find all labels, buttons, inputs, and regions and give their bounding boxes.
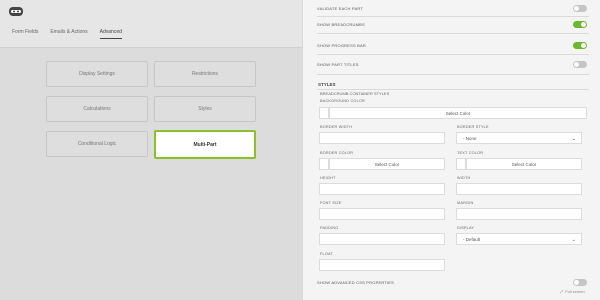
- margin-input[interactable]: [456, 208, 582, 220]
- expand-icon: ⤢: [560, 289, 564, 294]
- border-width-input[interactable]: [319, 132, 445, 144]
- tile-multi-part[interactable]: Multi-Part: [154, 130, 256, 159]
- border-style-select[interactable]: - None ⌄: [456, 132, 582, 144]
- float-input[interactable]: [319, 259, 445, 271]
- show-progress-bar-toggle[interactable]: [573, 41, 587, 49]
- toggle-row-part-titles: SHOW PART TITLES: [317, 59, 587, 69]
- margin-label: MARGIN: [457, 201, 474, 205]
- border-color-label: BORDER COLOR: [320, 151, 354, 155]
- settings-drawer: VALIDATE EACH PART SHOW BREADCRUMBS SHOW…: [302, 0, 600, 300]
- border-color-swatch[interactable]: [319, 158, 329, 170]
- chevron-down-icon: ⌄: [571, 237, 576, 243]
- background-color-select-button[interactable]: Select Color: [329, 107, 587, 119]
- height-input[interactable]: [319, 183, 445, 195]
- text-color-label: TEXT COLOR: [457, 151, 484, 155]
- border-style-value: - None: [463, 135, 477, 141]
- styles-section-title: STYLES: [318, 82, 336, 87]
- divider: [317, 33, 589, 34]
- tab-advanced[interactable]: Advanced: [99, 29, 122, 39]
- divider: [317, 54, 589, 55]
- validate-each-part-toggle[interactable]: [573, 4, 587, 12]
- toggle-knob: [574, 279, 579, 285]
- fieldset-label: BREADCRUMB CONTAINER STYLES: [320, 91, 390, 96]
- tab-form-fields[interactable]: Form Fields: [12, 29, 38, 39]
- builder-tabs: Form Fields Emails & Actions Advanced: [12, 29, 122, 39]
- advanced-css-toggle[interactable]: [573, 278, 587, 286]
- ninja-logo-icon[interactable]: [8, 4, 24, 18]
- border-style-label: BORDER STYLE: [457, 125, 489, 129]
- toggle-row-validate: VALIDATE EACH PART: [317, 3, 587, 13]
- display-label: DISPLAY: [457, 226, 475, 230]
- tile-restrictions[interactable]: Restrictions: [154, 61, 256, 87]
- divider: [317, 16, 589, 17]
- divider: [317, 89, 589, 90]
- toggle-label: VALIDATE EACH PART: [317, 5, 363, 11]
- toggle-knob: [574, 5, 579, 11]
- tile-calculations[interactable]: Calculations: [46, 96, 148, 122]
- font-size-label: FONT SIZE: [320, 201, 342, 205]
- full-screen-label: Full screen: [565, 289, 585, 294]
- border-width-label: BORDER WIDTH: [320, 125, 353, 129]
- toggle-row-progress: SHOW PROGRESS BAR: [317, 40, 587, 50]
- tile-conditional-logic[interactable]: Conditional Logic: [46, 131, 148, 157]
- builder-header: Form Fields Emails & Actions Advanced: [0, 0, 302, 48]
- toggle-label: SHOW PROGRESS BAR: [317, 42, 366, 48]
- show-breadcrumbs-toggle[interactable]: [573, 20, 587, 28]
- tile-display-settings[interactable]: Display Settings: [46, 61, 148, 87]
- background-color-swatch[interactable]: [319, 107, 329, 119]
- tab-emails-actions[interactable]: Emails & Actions: [50, 29, 87, 39]
- full-screen-button[interactable]: ⤢ Full screen: [560, 289, 585, 294]
- divider: [317, 74, 589, 75]
- text-color-select-button[interactable]: Select Color: [466, 158, 582, 170]
- toggle-label: SHOW PART TITLES: [317, 61, 359, 67]
- toggle-knob: [581, 21, 586, 27]
- border-color-select-button[interactable]: Select Color: [329, 158, 445, 170]
- padding-label: PADDING: [320, 226, 339, 230]
- tile-styles[interactable]: Styles: [154, 96, 256, 122]
- display-select[interactable]: - Default ⌄: [456, 233, 582, 245]
- float-label: FLOAT: [320, 252, 333, 256]
- chevron-down-icon: ⌄: [571, 136, 576, 142]
- toggle-knob: [581, 42, 586, 48]
- toggle-knob: [574, 61, 579, 67]
- toggle-label: SHOW BREADCRUMBS: [317, 21, 365, 27]
- show-part-titles-toggle[interactable]: [573, 60, 587, 68]
- text-color-swatch[interactable]: [456, 158, 466, 170]
- width-label: WIDTH: [457, 176, 471, 180]
- padding-input[interactable]: [319, 233, 445, 245]
- font-size-input[interactable]: [319, 208, 445, 220]
- builder-area: Form Fields Emails & Actions Advanced Di…: [0, 0, 302, 300]
- toggle-label: SHOW ADVANCED CSS PROPERTIES: [317, 279, 395, 285]
- display-value: - Default: [463, 236, 481, 242]
- background-color-label: BACKGROUND COLOR: [320, 99, 365, 103]
- height-label: HEIGHT: [320, 176, 336, 180]
- toggle-row-breadcrumbs: SHOW BREADCRUMBS: [317, 19, 587, 29]
- width-input[interactable]: [456, 183, 582, 195]
- toggle-row-advanced-css: SHOW ADVANCED CSS PROPERTIES: [317, 277, 587, 287]
